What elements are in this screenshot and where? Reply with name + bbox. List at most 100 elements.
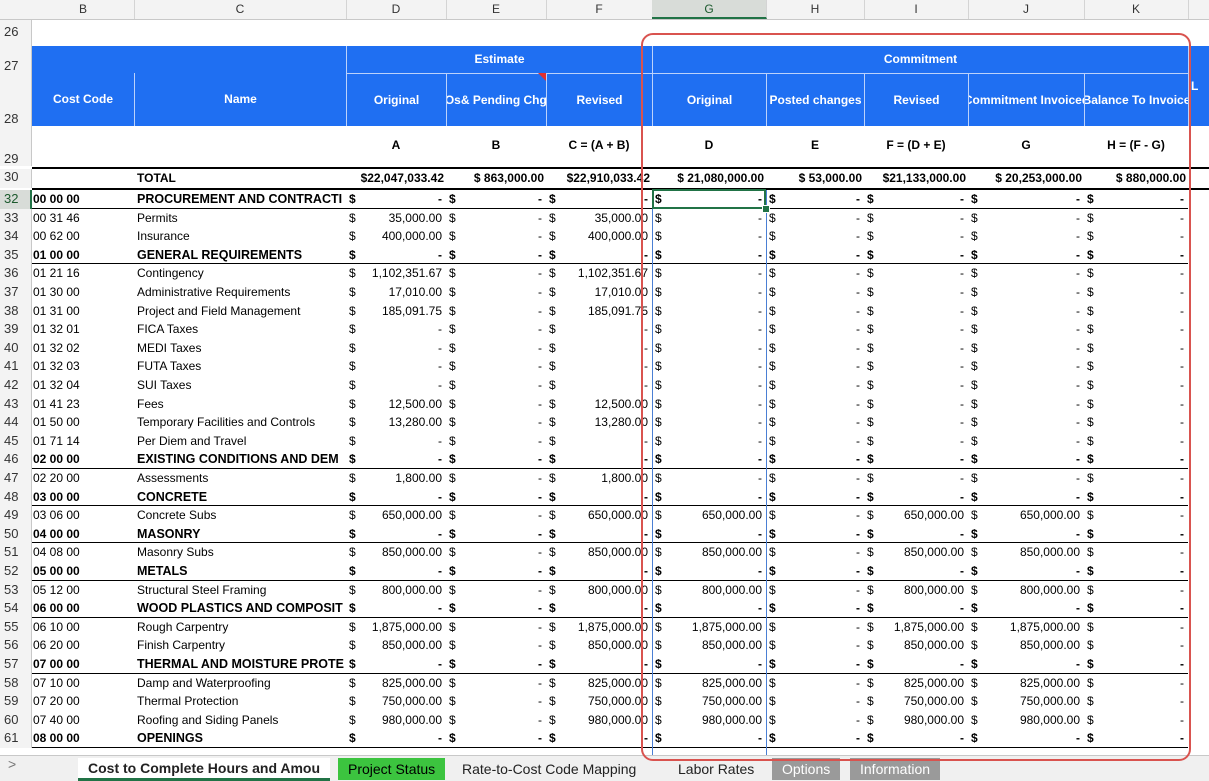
amount-cell[interactable]: $ - [968,304,1084,321]
row-header[interactable]: 46 [0,450,32,469]
amount-cell[interactable]: $ - [968,657,1084,674]
name-cell[interactable]: Structural Steel Framing [137,583,345,597]
amount-cell[interactable]: $ - [766,452,864,469]
cost-code-cell[interactable]: 06 00 00 [33,601,80,615]
amount-cell[interactable]: $ - [652,657,766,674]
amount-cell[interactable]: $ - [446,490,546,507]
amount-cell[interactable]: $17,010.00 [546,285,652,302]
cost-code-cell[interactable]: 01 41 23 [33,397,80,411]
cost-code-cell[interactable]: 01 21 16 [33,266,80,280]
name-cell[interactable]: Roofing and Siding Panels [137,713,345,727]
cost-code-cell[interactable]: 07 10 00 [33,676,80,690]
amount-cell[interactable]: $ - [766,564,864,581]
cost-code-cell[interactable]: 01 30 00 [33,285,80,299]
name-cell[interactable]: Administrative Requirements [137,285,345,299]
amount-cell[interactable]: $ - [546,490,652,507]
amount-cell[interactable]: $ - [968,397,1084,414]
name-cell[interactable]: Finish Carpentry [137,638,345,652]
amount-cell[interactable]: $850,000.00 [652,638,766,655]
amount-cell[interactable]: $ - [1084,508,1188,525]
amount-cell[interactable]: $ - [446,211,546,228]
amount-cell[interactable]: $ - [766,322,864,339]
amount-cell[interactable]: $ - [346,527,446,544]
amount-cell[interactable]: $980,000.00 [652,713,766,730]
amount-cell[interactable]: $ - [546,564,652,581]
name-cell[interactable]: Fees [137,397,345,411]
row-header[interactable]: 55 [0,617,32,637]
name-cell[interactable]: Assessments [137,471,345,485]
amount-cell[interactable]: $980,000.00 [346,713,446,730]
amount-cell[interactable]: $ - [1084,341,1188,358]
cost-code-cell[interactable]: 01 32 02 [33,341,80,355]
amount-cell[interactable]: $800,000.00 [864,583,968,600]
amount-cell[interactable]: $850,000.00 [546,545,652,562]
amount-cell[interactable]: $ - [652,471,766,488]
amount-cell[interactable]: $ - [546,322,652,339]
amount-cell[interactable]: $ - [1084,564,1188,581]
amount-cell[interactable]: $ - [1084,471,1188,488]
amount-cell[interactable]: $850,000.00 [546,638,652,655]
amount-cell[interactable]: $1,875,000.00 [968,620,1084,637]
name-cell[interactable]: FICA Taxes [137,322,345,336]
amount-cell[interactable]: $850,000.00 [346,545,446,562]
amount-cell[interactable]: $ - [546,601,652,618]
amount-cell[interactable]: $825,000.00 [968,676,1084,693]
amount-cell[interactable]: $ - [968,415,1084,432]
amount-cell[interactable]: $ - [864,657,968,674]
name-cell[interactable]: EXISTING CONDITIONS AND DEM [137,452,345,466]
amount-cell[interactable]: $ - [766,545,864,562]
amount-cell[interactable]: $400,000.00 [546,229,652,246]
column-header-j[interactable]: J [968,0,1085,19]
column-header-h[interactable]: H [766,0,865,19]
row-header[interactable]: 38 [0,301,32,321]
amount-cell[interactable]: $ - [766,657,864,674]
row-header[interactable]: 37 [0,283,32,302]
amount-cell[interactable]: $ - [1084,359,1188,376]
cost-code-cell[interactable]: 07 40 00 [33,713,80,727]
row-header[interactable]: 30 [0,169,32,188]
name-cell[interactable]: FUTA Taxes [137,359,345,373]
cost-code-cell[interactable]: 07 20 00 [33,694,80,708]
amount-cell[interactable]: $800,000.00 [968,583,1084,600]
amount-cell[interactable]: $ - [446,694,546,711]
row-header[interactable]: 32 [0,190,32,209]
column-header-g[interactable]: G [652,0,767,19]
amount-cell[interactable]: $ - [864,471,968,488]
amount-cell[interactable]: $ - [652,211,766,228]
amount-cell[interactable]: $ - [864,434,968,451]
amount-cell[interactable]: $750,000.00 [968,694,1084,711]
amount-cell[interactable]: $ - [446,508,546,525]
amount-cell[interactable]: $ - [446,527,546,544]
amount-cell[interactable]: $650,000.00 [546,508,652,525]
sheet-tab[interactable]: Information [850,758,941,780]
amount-cell[interactable]: $ - [968,359,1084,376]
amount-cell[interactable]: $ - [1084,490,1188,507]
amount-cell[interactable]: $ - [346,378,446,395]
amount-cell[interactable]: $ - [1084,601,1188,618]
amount-cell[interactable]: $ - [446,620,546,637]
amount-cell[interactable]: $ - [652,452,766,469]
amount-cell[interactable]: $ - [968,471,1084,488]
amount-cell[interactable]: $ - [864,248,968,265]
amount-cell[interactable]: $ - [766,248,864,265]
amount-cell[interactable]: $12,500.00 [346,397,446,414]
amount-cell[interactable]: $ - [1084,545,1188,562]
amount-cell[interactable]: $ - [546,434,652,451]
amount-cell[interactable]: $ - [652,490,766,507]
amount-cell[interactable]: $13,280.00 [546,415,652,432]
amount-cell[interactable]: $ - [1084,322,1188,339]
amount-cell[interactable]: $ - [546,192,652,209]
row-header[interactable]: 49 [0,506,32,525]
amount-cell[interactable]: $ - [968,322,1084,339]
amount-cell[interactable]: $ - [1084,211,1188,228]
amount-cell[interactable]: $650,000.00 [346,508,446,525]
amount-cell[interactable]: $ - [864,192,968,209]
cost-code-cell[interactable]: 01 50 00 [33,415,80,429]
amount-cell[interactable]: $ - [968,564,1084,581]
amount-cell[interactable]: $ - [968,731,1084,748]
amount-cell[interactable]: $ - [1084,192,1188,209]
amount-cell[interactable]: $ - [864,229,968,246]
amount-cell[interactable]: $ - [766,527,864,544]
row-header[interactable]: 47 [0,469,32,488]
amount-cell[interactable]: $ - [766,490,864,507]
